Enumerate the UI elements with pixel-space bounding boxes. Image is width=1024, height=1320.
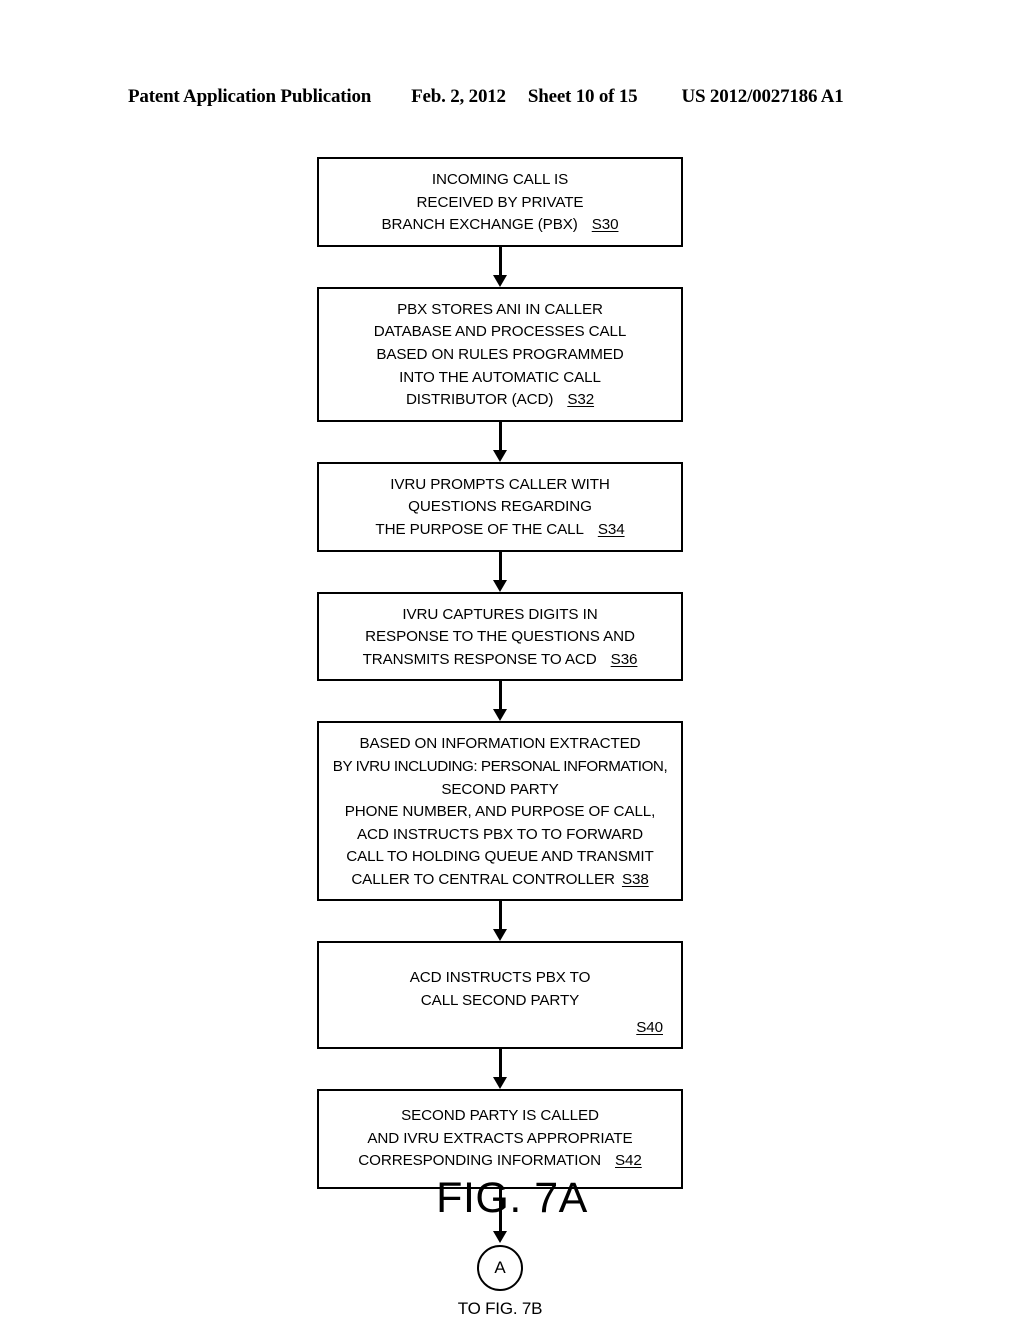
node-text-line: BY IVRU INCLUDING: PERSONAL INFORMATION, [332, 757, 668, 775]
node-text-line: DISTRIBUTOR (ACD) S32 [327, 389, 673, 412]
node-text-line: INTO THE AUTOMATIC CALL [399, 368, 601, 386]
connector-caption: TO FIG. 7B [457, 1299, 543, 1319]
node-text-line: ACD INSTRUCTS PBX TO TO FORWARD [356, 825, 644, 843]
arrow-head-icon [493, 579, 507, 592]
node-text-line: CALL SECOND PARTY [420, 992, 580, 1010]
step-label-s30: S30 [591, 216, 619, 234]
step-label-s40: S40 [636, 1018, 663, 1036]
publication-title: Patent Application Publication [128, 86, 372, 107]
node-text-line: QUESTIONS REGARDING [408, 498, 592, 516]
node-text-line: THE PURPOSE OF THE CALL S34 [327, 519, 673, 542]
arrow-shaft [498, 901, 502, 933]
step-label-s34: S34 [597, 520, 625, 538]
node-text-line: BRANCH EXCHANGE (PBX) S30 [327, 214, 673, 237]
node-text-line: CALLER TO CENTRAL CONTROLLER S38 [327, 869, 673, 892]
arrow-head-icon [493, 449, 507, 462]
node-text-line: DATABASE AND PROCESSES CALL [373, 323, 627, 341]
arrow-shaft [498, 421, 502, 453]
arrow-shaft [498, 551, 502, 583]
node-text-line: CALL TO HOLDING QUEUE AND TRANSMIT [346, 848, 654, 866]
node-text-line: PHONE NUMBER, AND PURPOSE OF CALL, [344, 803, 656, 821]
node-text-line: PBX STORES ANI IN CALLER [397, 300, 603, 318]
arrow-head-icon [493, 709, 507, 722]
node-text-line: BASED ON INFORMATION EXTRACTED [359, 735, 641, 753]
node-text-line: SECOND PARTY IS CALLED [401, 1107, 599, 1125]
node-text-line: RESPONSE TO THE QUESTIONS AND [365, 628, 635, 646]
flowchart-node-s30: INCOMING CALL IS RECEIVED BY PRIVATE BRA… [317, 157, 683, 247]
node-text-line: IVRU PROMPTS CALLER WITH [390, 475, 610, 493]
flowchart-node-s32: PBX STORES ANI IN CALLER DATABASE AND PR… [317, 286, 683, 422]
flowchart: INCOMING CALL IS RECEIVED BY PRIVATE BRA… [317, 157, 683, 1319]
arrow-head-icon [493, 1077, 507, 1090]
step-label-s38: S38 [621, 870, 649, 888]
arrow-shaft [498, 681, 502, 713]
node-text-line: SECOND PARTY [441, 780, 559, 798]
node-text-line: TRANSMITS RESPONSE TO ACD S36 [327, 649, 673, 672]
arrow-shaft [498, 1049, 502, 1081]
connector-symbol: A [494, 1258, 506, 1278]
step-label-s32: S32 [567, 391, 595, 409]
node-text-line: IVRU CAPTURES DIGITS IN [402, 605, 598, 623]
connector-circle-a: A [477, 1245, 523, 1292]
arrow-head-icon [493, 929, 507, 942]
node-text-line: ACD INSTRUCTS PBX TO [409, 969, 591, 987]
step-label-s42: S42 [615, 1152, 642, 1170]
flowchart-node-s34: IVRU PROMPTS CALLER WITH QUESTIONS REGAR… [317, 461, 683, 552]
node-text-line: AND IVRU EXTRACTS APPROPRIATE [367, 1129, 633, 1147]
publication-number: US 2012/0027186 A1 [681, 86, 844, 107]
sheet-number: Sheet 10 of 15 [527, 86, 638, 107]
publication-header: Patent Application Publication Feb. 2, 2… [128, 86, 896, 108]
node-text-line: INCOMING CALL IS [431, 171, 569, 188]
arrow-shaft [498, 246, 502, 278]
offpage-connector: A TO FIG. 7B [317, 1245, 683, 1319]
flowchart-node-s36: IVRU CAPTURES DIGITS IN RESPONSE TO THE … [317, 591, 683, 682]
node-text-line: RECEIVED BY PRIVATE [416, 193, 584, 211]
publication-date: Feb. 2, 2012 [411, 86, 506, 107]
arrow-head-icon [493, 274, 507, 287]
flowchart-node-s38: BASED ON INFORMATION EXTRACTED BY IVRU I… [317, 721, 683, 902]
figure-caption: FIG. 7A [436, 1174, 588, 1222]
arrow-head-icon [493, 1231, 507, 1244]
node-text-line: BASED ON RULES PROGRAMMED [376, 345, 624, 363]
flowchart-node-s40: ACD INSTRUCTS PBX TO CALL SECOND PARTY S… [317, 941, 683, 1050]
step-label-s36: S36 [610, 650, 638, 668]
node-text-line: CORRESPONDING INFORMATION S42 [327, 1150, 673, 1173]
